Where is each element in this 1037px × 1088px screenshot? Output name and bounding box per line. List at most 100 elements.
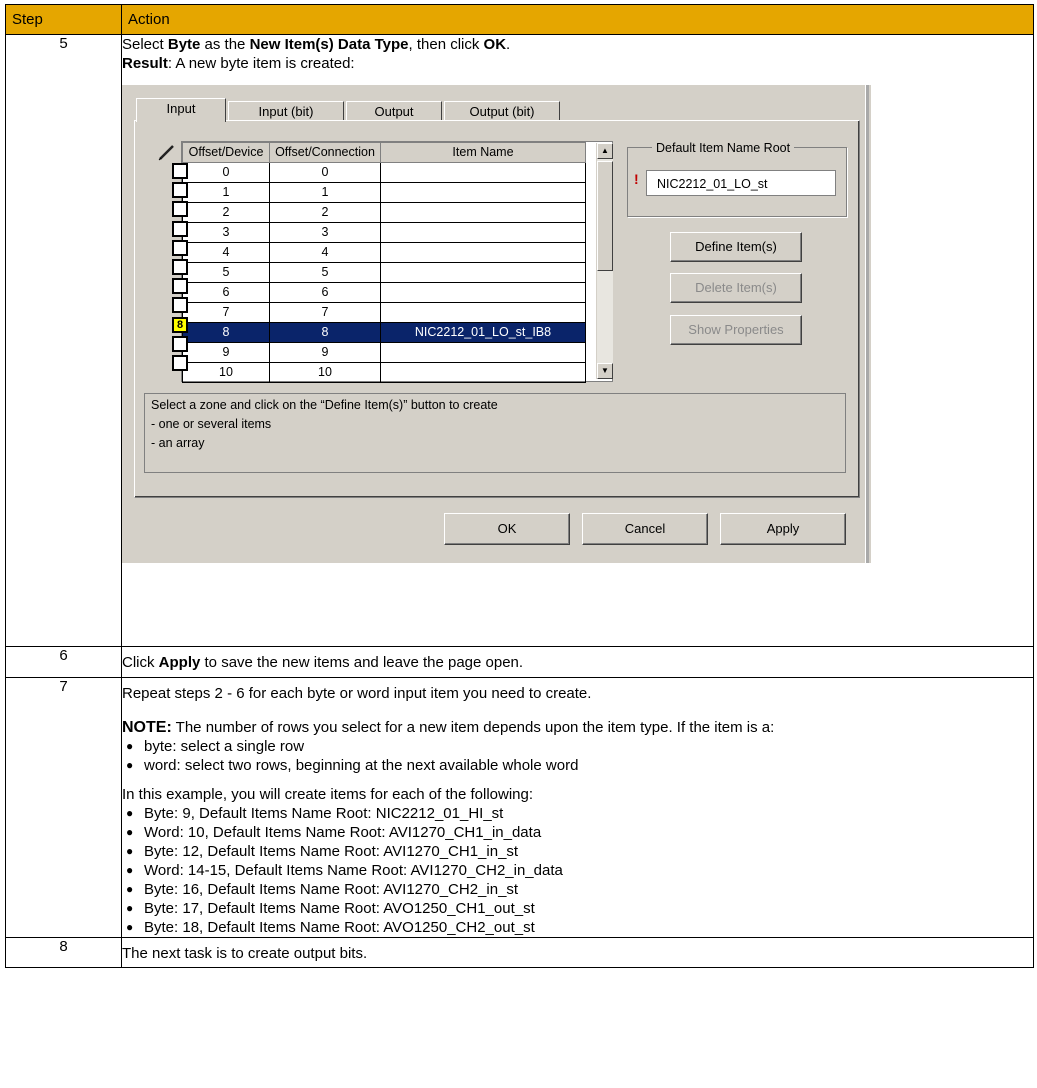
- row-checkbox[interactable]: [172, 220, 188, 237]
- cell-offset-connection: 4: [269, 242, 381, 263]
- step-row-6: 6 Click Apply to save the new items and …: [5, 646, 1034, 678]
- scroll-thumb[interactable]: [597, 161, 613, 271]
- row-checkbox[interactable]: [172, 297, 188, 314]
- items-table: Offset/Device Offset/Connection Item Nam…: [182, 142, 586, 383]
- cell-item-name: [380, 262, 586, 283]
- example-intro: In this example, you will create items f…: [122, 786, 534, 803]
- step-row-8: 8 The next task is to create output bits…: [5, 937, 1034, 968]
- row-checkbox[interactable]: [172, 355, 188, 371]
- cell-offset-connection: 2: [269, 202, 381, 223]
- selected-row-marker[interactable]: 8: [172, 316, 188, 333]
- name-root-input[interactable]: NIC2212_01_LO_st: [646, 170, 836, 196]
- cell-offset-device: 4: [182, 242, 270, 263]
- grid-scrollbar[interactable]: ▲ ▼: [596, 143, 613, 379]
- cell-offset-connection: 5: [269, 262, 381, 283]
- table-row[interactable]: 8 8 NIC2212_01_LO_st_IB8: [182, 322, 586, 343]
- note-paragraph: NOTE: The number of rows you select for …: [122, 719, 775, 736]
- tab-input[interactable]: Input: [136, 98, 226, 122]
- row-checkbox[interactable]: [172, 335, 188, 352]
- step-number: 8: [5, 937, 122, 968]
- step-action: Repeat steps 2 - 6 for each byte or word…: [121, 677, 1034, 938]
- cell-offset-device: 7: [182, 302, 270, 323]
- table-header-row: Step Action: [5, 4, 1034, 35]
- table-row[interactable]: 55: [182, 262, 586, 283]
- dialog-screenshot: Input Input (bit) Output Output (bit) Of…: [122, 85, 871, 563]
- cell-offset-connection: 8: [269, 322, 381, 343]
- step-action: Select Byte as the New Item(s) Data Type…: [121, 34, 1034, 647]
- row-checkbox[interactable]: [172, 163, 188, 179]
- cancel-button[interactable]: Cancel: [582, 513, 708, 545]
- list-item: word: select two rows, beginning at the …: [122, 756, 1033, 775]
- col-offset-device[interactable]: Offset/Device: [182, 142, 270, 163]
- cell-offset-connection: 6: [269, 282, 381, 303]
- table-row[interactable]: 66: [182, 282, 586, 303]
- group-title: Default Item Name Root: [652, 139, 795, 158]
- list-item: Byte: 12, Default Items Name Root: AVI12…: [122, 842, 1033, 861]
- pencil-icon: [158, 145, 174, 161]
- cell-item-name: [380, 282, 586, 303]
- delete-items-button[interactable]: Delete Item(s): [670, 273, 802, 303]
- col-item-name[interactable]: Item Name: [380, 142, 586, 163]
- tab-output-bit[interactable]: Output (bit): [444, 101, 560, 122]
- ok-button[interactable]: OK: [444, 513, 570, 545]
- table-row[interactable]: 77: [182, 302, 586, 323]
- row-checkbox[interactable]: [172, 182, 188, 199]
- step-number: 6: [5, 646, 122, 678]
- cell-offset-device: 1: [182, 182, 270, 203]
- cell-item-name: [380, 342, 586, 363]
- scroll-down-icon[interactable]: ▼: [597, 363, 613, 379]
- cell-offset-device: 9: [182, 342, 270, 363]
- define-items-button[interactable]: Define Item(s): [670, 232, 802, 262]
- cell-item-name: [380, 242, 586, 263]
- list-item: byte: select a single row: [122, 737, 1033, 756]
- cell-item-name: NIC2212_01_LO_st_IB8: [380, 322, 586, 343]
- row-checkbox[interactable]: [172, 239, 188, 256]
- table-row[interactable]: 33: [182, 222, 586, 243]
- table-row[interactable]: 44: [182, 242, 586, 263]
- list-item: Byte: 9, Default Items Name Root: NIC221…: [122, 804, 1033, 823]
- row-checkbox[interactable]: [172, 259, 188, 275]
- procedure-table: Step Action 5 Select Byte as the New Ite…: [5, 4, 1034, 968]
- cell-offset-device: 0: [182, 162, 270, 183]
- table-row[interactable]: 22: [182, 202, 586, 223]
- list-item: Byte: 16, Default Items Name Root: AVI12…: [122, 880, 1033, 899]
- list-item: Word: 14-15, Default Items Name Root: AV…: [122, 861, 1033, 880]
- table-row[interactable]: 10 10: [182, 362, 586, 383]
- step-action: Click Apply to save the new items and le…: [121, 646, 1034, 678]
- info-line: - an array: [151, 436, 205, 450]
- row-checkbox[interactable]: [172, 201, 188, 218]
- apply-button[interactable]: Apply: [720, 513, 846, 545]
- info-box: Select a zone and click on the “Define I…: [144, 393, 846, 473]
- header-action: Action: [121, 4, 1034, 35]
- cell-item-name: [380, 222, 586, 243]
- dialog-edge: [865, 85, 869, 563]
- cell-item-name: [380, 182, 586, 203]
- step-row-7: 7 Repeat steps 2 - 6 for each byte or wo…: [5, 677, 1034, 938]
- step-row-5: 5 Select Byte as the New Item(s) Data Ty…: [5, 34, 1034, 647]
- cell-offset-connection: 9: [269, 342, 381, 363]
- table-row[interactable]: 11: [182, 182, 586, 203]
- scroll-up-icon[interactable]: ▲: [597, 143, 613, 159]
- info-line: - one or several items: [151, 417, 272, 431]
- row-checkbox[interactable]: [172, 278, 188, 295]
- info-line: Select a zone and click on the “Define I…: [151, 398, 498, 412]
- table-row[interactable]: 00: [182, 162, 586, 183]
- show-properties-button[interactable]: Show Properties: [670, 315, 802, 345]
- tab-input-bit[interactable]: Input (bit): [228, 101, 344, 122]
- cell-offset-device: 8: [182, 322, 270, 343]
- col-offset-connection[interactable]: Offset/Connection: [269, 142, 381, 163]
- cell-offset-device: 5: [182, 262, 270, 283]
- cell-item-name: [380, 302, 586, 323]
- tab-output[interactable]: Output: [346, 101, 442, 122]
- cell-offset-device: 3: [182, 222, 270, 243]
- cell-offset-connection: 0: [269, 162, 381, 183]
- items-grid[interactable]: Offset/Device Offset/Connection Item Nam…: [181, 141, 613, 383]
- cell-offset-connection: 7: [269, 302, 381, 323]
- cell-offset-connection: 3: [269, 222, 381, 243]
- cell-item-name: [380, 362, 586, 383]
- example-list: Byte: 9, Default Items Name Root: NIC221…: [122, 804, 1033, 937]
- table-row[interactable]: 99: [182, 342, 586, 363]
- note-list: byte: select a single row word: select t…: [122, 737, 1033, 775]
- list-item: Byte: 18, Default Items Name Root: AVO12…: [122, 918, 1033, 937]
- step-number: 7: [5, 677, 122, 938]
